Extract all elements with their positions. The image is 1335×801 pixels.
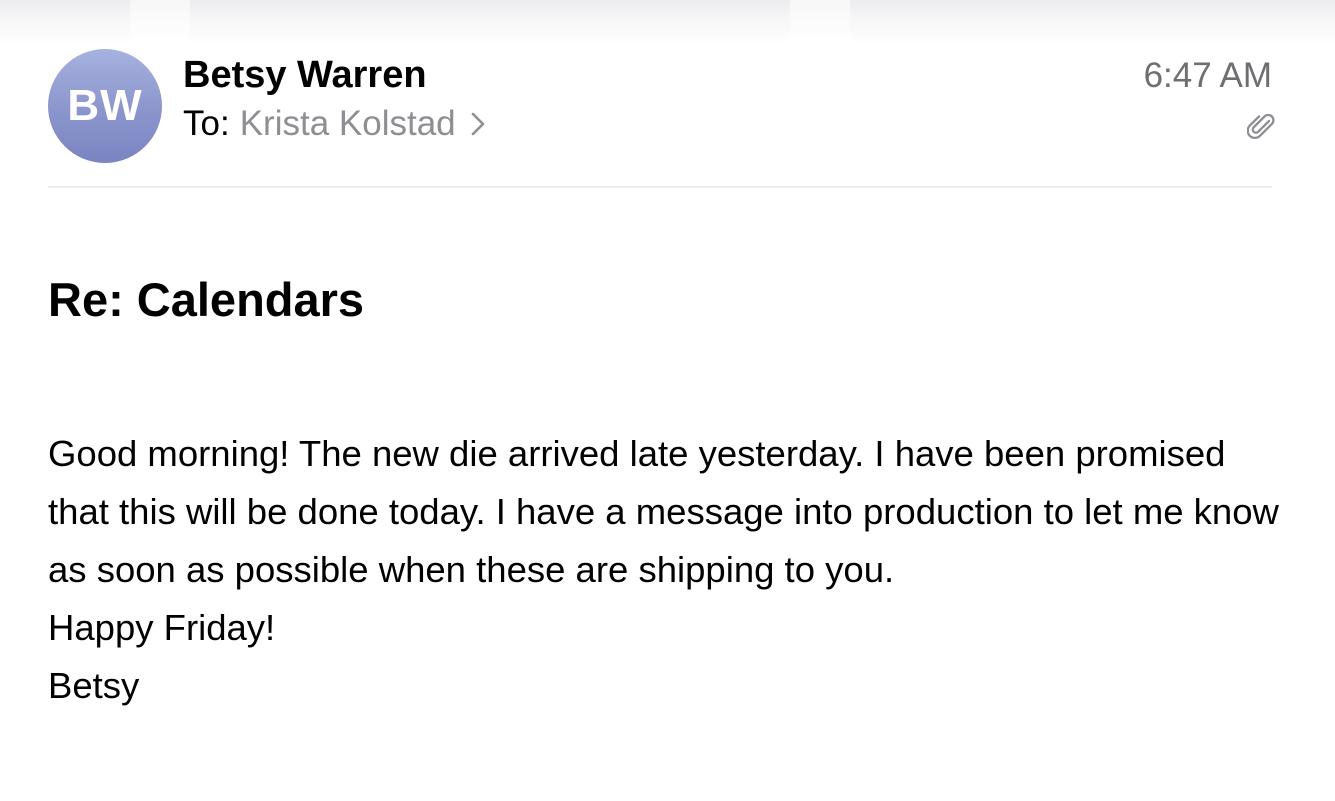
top-toolbar-shadow: [0, 0, 1335, 44]
sender-avatar[interactable]: BW: [48, 49, 162, 163]
toolbar-separator: [790, 0, 850, 44]
email-message-view: BW Betsy Warren To: Krista Kolstad 6:47 …: [0, 0, 1335, 801]
recipient-name[interactable]: Krista Kolstad: [240, 102, 456, 146]
message-time: 6:47 AM: [1143, 56, 1272, 95]
avatar-initials: BW: [67, 81, 143, 130]
recipient-row[interactable]: To: Krista Kolstad: [183, 102, 488, 146]
message-subject: Re: Calendars: [48, 273, 365, 326]
to-label: To:: [183, 104, 230, 143]
body-signature: Betsy: [48, 665, 140, 706]
toolbar-separator: [130, 0, 190, 44]
body-paragraph: Good morning! The new die arrived late y…: [48, 433, 1279, 590]
chevron-right-icon[interactable]: [468, 111, 488, 137]
message-body[interactable]: Good morning! The new die arrived late y…: [48, 425, 1288, 715]
body-closing: Happy Friday!: [48, 607, 276, 648]
sender-name[interactable]: Betsy Warren: [183, 52, 427, 98]
header-divider: [48, 186, 1272, 188]
paperclip-icon[interactable]: [1247, 112, 1275, 142]
